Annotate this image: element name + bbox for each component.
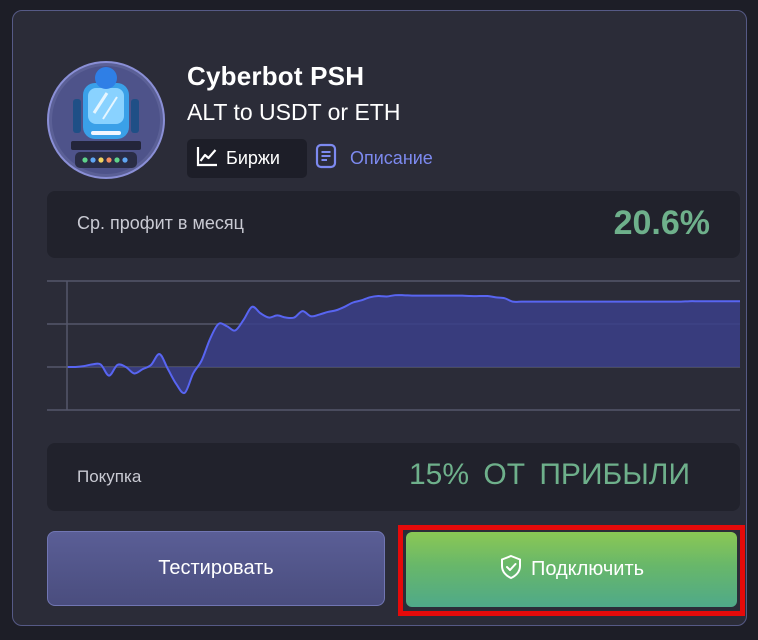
monthly-profit-label: Ср. профит в месяц [77,213,244,233]
connect-button[interactable]: Подключить [406,532,737,607]
purchase-panel: Покупка 15% ОТ ПРИБЫЛИ [47,443,740,511]
bot-title: Cyberbot PSH [187,61,365,91]
tab-description-label: Описание [350,148,433,168]
test-button[interactable]: Тестировать [47,531,385,606]
tab-description[interactable]: Описание [315,139,433,178]
monthly-profit-panel: Ср. профит в месяц 20.6% [47,191,740,258]
test-button-label: Тестировать [158,557,274,579]
bot-card: Cyberbot PSH ALT to USDT or ETH Биржи Оп… [12,10,747,626]
document-icon [315,143,337,174]
profit-chart [47,279,740,413]
tab-exchanges-label: Биржи [226,148,280,168]
bot-subtitle: ALT to USDT or ETH [187,99,401,125]
shield-check-icon [499,554,523,586]
series-area [67,295,740,394]
purchase-value: 15% ОТ ПРИБЫЛИ [409,458,691,491]
tab-exchanges[interactable]: Биржи [187,139,307,178]
connect-button-label: Подключить [530,558,645,580]
monthly-profit-value: 20.6% [613,204,710,242]
purchase-label: Покупка [77,467,142,486]
robot-icon [47,61,181,179]
line-chart-icon [196,145,218,172]
